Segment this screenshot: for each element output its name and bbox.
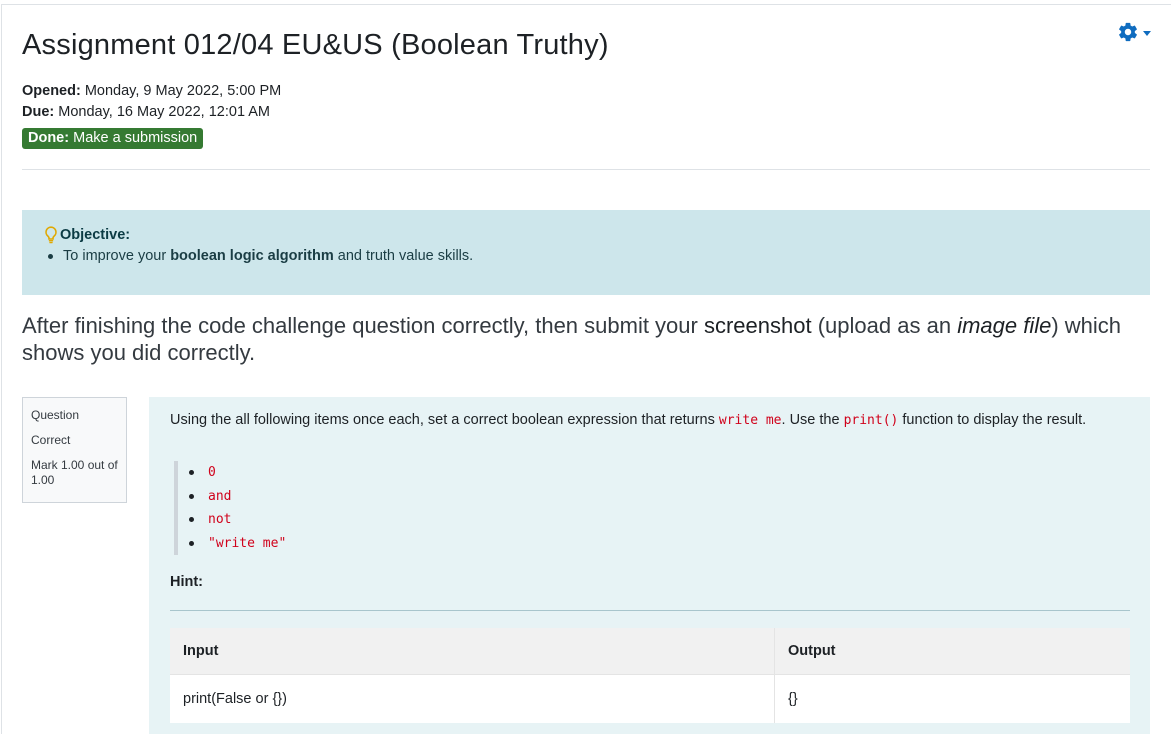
items-list: 0 and not "write me" <box>189 461 286 555</box>
objective-box: Objective: To improve your boolean logic… <box>22 210 1150 295</box>
question-text: Using the all following items once each,… <box>170 412 1086 428</box>
table-cell-output: {} <box>788 691 798 707</box>
list-item: "write me" <box>189 532 286 556</box>
completion-status-badge: Done: Make a submission <box>22 128 204 149</box>
column-header-output: Output <box>788 643 836 659</box>
objective-text-suffix: and truth value skills. <box>337 248 474 264</box>
question-state: Correct <box>31 433 71 447</box>
instructions-part2: (upload as an <box>817 313 952 338</box>
settings-menu-button[interactable] <box>1117 21 1151 43</box>
column-header-input: Input <box>170 628 775 674</box>
item-code: not <box>208 512 232 528</box>
bullet <box>189 540 194 546</box>
bullet <box>48 253 53 259</box>
table-row: print(False or {}) {} <box>170 675 1130 723</box>
divider <box>170 610 1130 611</box>
blockquote-bar <box>174 461 178 555</box>
objective-text-prefix: To improve your <box>63 248 167 264</box>
item-code: 0 <box>208 465 216 481</box>
list-item: and <box>189 485 286 509</box>
hint-heading: Hint: <box>170 574 204 590</box>
due-date: Due: Monday, 16 May 2022, 12:01 AM <box>22 102 281 123</box>
objective-list-item: To improve your boolean logic algorithm … <box>44 248 473 264</box>
list-item: not <box>189 508 286 532</box>
bullet <box>189 517 194 523</box>
opened-date: Opened: Monday, 9 May 2022, 5:00 PM <box>22 81 281 102</box>
instructions-emph: image file <box>957 313 1052 338</box>
instructions-strong: screenshot <box>703 313 812 338</box>
question-label: Question <box>31 408 80 422</box>
objective-title: Objective: <box>44 226 130 244</box>
done-label: Done: <box>28 130 70 146</box>
question-text-2: . Use the <box>781 412 840 428</box>
question-code-1: write me <box>718 413 782 428</box>
chevron-down-icon <box>1143 30 1151 36</box>
question-mark: Mark 1.00 out of 1.00 <box>31 458 118 487</box>
item-code: "write me" <box>208 535 287 551</box>
page-title: Assignment 012/04 EU&US (Boolean Truthy) <box>22 29 609 61</box>
done-value: Make a submission <box>73 130 198 146</box>
due-value: Monday, 16 May 2022, 12:01 AM <box>58 104 270 120</box>
lightbulb-icon <box>45 226 57 244</box>
assignment-dates: Opened: Monday, 9 May 2022, 5:00 PM Due:… <box>22 81 281 123</box>
divider <box>22 169 1150 170</box>
question-code-2: print() <box>843 413 899 428</box>
item-code: and <box>208 488 232 504</box>
list-item: 0 <box>189 461 286 485</box>
question-content: Using the all following items once each,… <box>149 397 1150 734</box>
objective-title-text: Objective: <box>60 227 131 243</box>
opened-label: Opened: <box>22 83 81 99</box>
table-cell-input: print(False or {}) <box>170 675 775 723</box>
bullet <box>189 470 194 476</box>
hint-table: Input Output print(False or {}) {} <box>170 628 1130 723</box>
question-text-1: Using the all following items once each,… <box>170 412 715 428</box>
objective-text-bold: boolean logic algorithm <box>170 248 334 264</box>
submission-instructions: After finishing the code challenge quest… <box>22 312 1122 366</box>
bullet <box>189 493 194 499</box>
table-header-row: Input Output <box>170 628 1130 675</box>
question-text-3: function to display the result. <box>902 412 1087 428</box>
question-info-panel: Question Correct Mark 1.00 out of 1.00 <box>22 397 127 503</box>
due-label: Due: <box>22 104 55 120</box>
opened-value: Monday, 9 May 2022, 5:00 PM <box>84 83 282 99</box>
gear-icon <box>1119 22 1137 42</box>
instructions-part1: After finishing the code challenge quest… <box>22 313 698 338</box>
